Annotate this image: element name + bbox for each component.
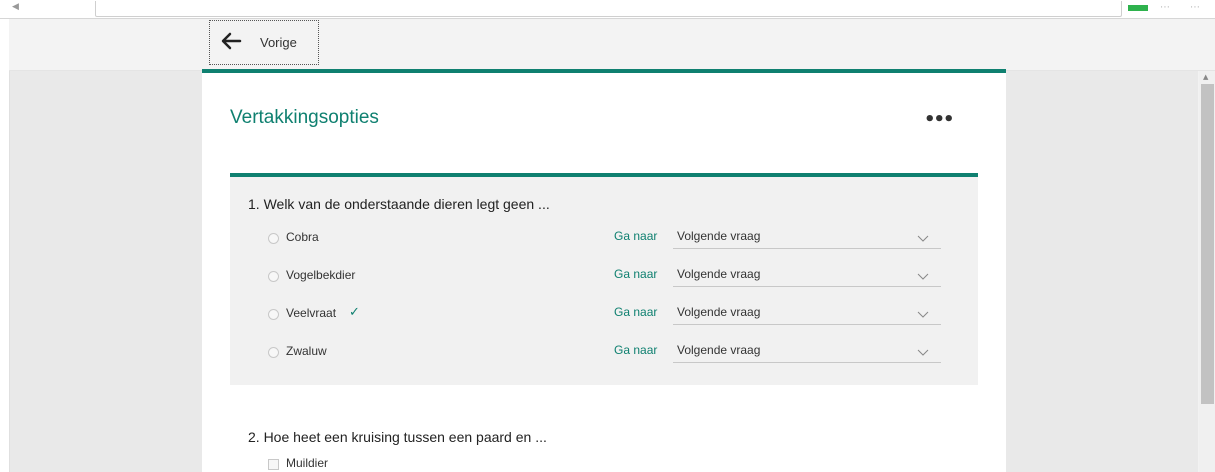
left-edge bbox=[0, 19, 10, 472]
checkmark-icon: ✓ bbox=[349, 305, 360, 320]
page-title: Vertakkingsopties bbox=[230, 107, 379, 128]
branching-card: Vertakkingsopties ••• 1. Welk van de ond… bbox=[202, 69, 1006, 472]
question-title: 2. Hoe heet een kruising tussen een paar… bbox=[248, 429, 547, 445]
extension-icon[interactable] bbox=[1128, 5, 1148, 11]
radio-button[interactable] bbox=[268, 271, 279, 282]
branch-dropdown[interactable]: Volgende vraag bbox=[673, 225, 941, 249]
option-row: Zwaluw Ga naar Volgende vraag bbox=[230, 339, 978, 377]
question-title: 1. Welk van de onderstaande dieren legt … bbox=[248, 196, 550, 212]
option-label: Veelvraat bbox=[286, 306, 337, 320]
branch-dropdown[interactable]: Volgende vraag bbox=[673, 263, 941, 287]
vertical-scrollbar[interactable]: ▲ bbox=[1199, 71, 1215, 472]
option-label: Muildier bbox=[286, 456, 329, 470]
radio-button[interactable] bbox=[268, 309, 279, 320]
goto-label: Ga naar bbox=[614, 229, 658, 243]
settings-icon[interactable]: ⋯ bbox=[1160, 2, 1170, 13]
chevron-down-icon bbox=[917, 342, 929, 361]
option-row: Veelvraat ✓ Ga naar Volgende vraag bbox=[230, 301, 978, 339]
dropdown-value: Volgende vraag bbox=[677, 267, 761, 281]
browser-address-bar: ◀ ⋯ ⋯ bbox=[0, 0, 1215, 19]
chevron-down-icon bbox=[917, 304, 929, 323]
scrollbar-thumb[interactable] bbox=[1201, 84, 1214, 404]
arrow-left-icon bbox=[220, 31, 242, 55]
option-label: Cobra bbox=[286, 230, 319, 244]
branch-dropdown[interactable]: Volgende vraag bbox=[673, 301, 941, 325]
back-button[interactable]: Vorige bbox=[209, 20, 319, 65]
address-field[interactable] bbox=[95, 1, 1122, 17]
option-label: Vogelbekdier bbox=[286, 268, 356, 282]
top-nav bbox=[9, 19, 1215, 71]
dropdown-value: Volgende vraag bbox=[677, 229, 761, 243]
browser-back-icon[interactable]: ◀ bbox=[12, 2, 19, 12]
chevron-down-icon bbox=[917, 228, 929, 247]
menu-icon[interactable]: ⋯ bbox=[1190, 2, 1200, 13]
question-block: 1. Welk van de onderstaande dieren legt … bbox=[230, 173, 978, 385]
dropdown-value: Volgende vraag bbox=[677, 343, 761, 357]
checkbox[interactable] bbox=[268, 459, 279, 470]
goto-label: Ga naar bbox=[614, 305, 658, 319]
dropdown-value: Volgende vraag bbox=[677, 305, 761, 319]
radio-button[interactable] bbox=[268, 233, 279, 244]
scroll-up-icon[interactable]: ▲ bbox=[1203, 73, 1208, 81]
radio-button[interactable] bbox=[268, 347, 279, 358]
option-row: Vogelbekdier Ga naar Volgende vraag bbox=[230, 263, 978, 301]
more-options-button[interactable]: ••• bbox=[924, 109, 954, 130]
goto-label: Ga naar bbox=[614, 267, 658, 281]
back-label: Vorige bbox=[260, 35, 297, 50]
option-label: Zwaluw bbox=[286, 344, 327, 358]
option-row: Cobra Ga naar Volgende vraag bbox=[230, 225, 978, 263]
chevron-down-icon bbox=[917, 266, 929, 285]
goto-label: Ga naar bbox=[614, 343, 658, 357]
branch-dropdown[interactable]: Volgende vraag bbox=[673, 339, 941, 363]
